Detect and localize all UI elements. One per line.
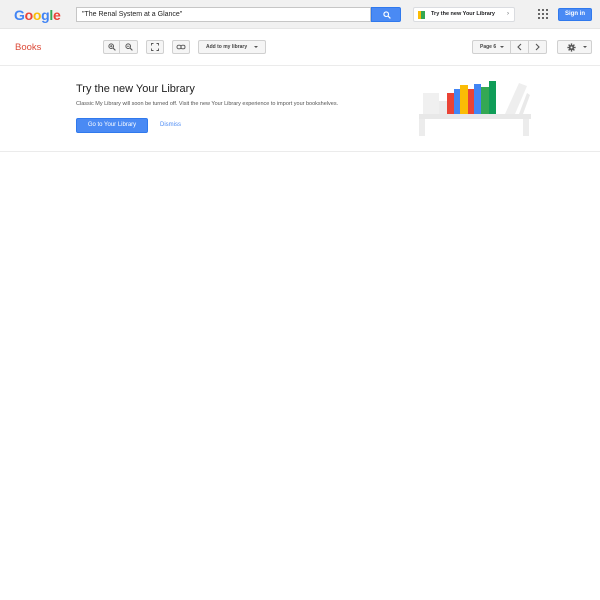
- apps-grid-icon[interactable]: [538, 9, 548, 19]
- logo-letter: e: [52, 7, 61, 23]
- top-header: Google "The Renal System at a Glance" Tr…: [0, 0, 600, 29]
- google-logo[interactable]: Google: [14, 7, 61, 23]
- page-label: Page 6: [480, 44, 497, 50]
- gear-icon: [567, 43, 576, 52]
- zoom-out-button[interactable]: [120, 40, 138, 54]
- next-page-button[interactable]: [529, 40, 547, 54]
- chevron-right-icon: ›: [507, 11, 509, 17]
- chevron-down-icon: [254, 46, 258, 48]
- zoom-in-icon: [107, 43, 116, 51]
- books-section-title[interactable]: Books: [15, 42, 41, 53]
- page-selector[interactable]: Page 6: [472, 40, 511, 54]
- logo-letter: o: [32, 7, 42, 23]
- search-icon: [383, 11, 391, 19]
- add-to-library-label: Add to my library: [206, 44, 248, 50]
- panel-description: Classic My Library will soon be turned o…: [76, 101, 339, 107]
- chevron-down-icon: [500, 46, 504, 48]
- chevron-right-icon: [535, 43, 540, 51]
- dismiss-link[interactable]: Dismiss: [160, 118, 181, 133]
- library-promo-panel: Try the new Your Library Classic My Libr…: [0, 66, 600, 152]
- zoom-in-button[interactable]: [103, 40, 120, 54]
- link-button[interactable]: [172, 40, 190, 54]
- fullscreen-button[interactable]: [146, 40, 164, 54]
- books-toolbar: Books Add to my library Page 6: [0, 29, 600, 66]
- zoom-out-icon: [124, 43, 133, 51]
- search-button[interactable]: [371, 7, 401, 22]
- panel-title: Try the new Your Library: [76, 83, 195, 95]
- settings-button[interactable]: [557, 40, 592, 54]
- promo-label: Try the new Your Library: [431, 11, 495, 17]
- chevron-down-icon: [583, 46, 587, 48]
- fullscreen-icon: [151, 43, 159, 51]
- go-to-library-button[interactable]: Go to Your Library: [76, 118, 148, 133]
- logo-letter: G: [14, 7, 25, 23]
- bookshelf-illustration: [419, 81, 531, 136]
- add-to-library-button[interactable]: Add to my library: [198, 40, 266, 54]
- search-input[interactable]: "The Renal System at a Glance": [76, 7, 371, 22]
- library-book-icon: [418, 11, 425, 19]
- logo-letter: o: [24, 7, 34, 23]
- logo-letter: g: [41, 7, 50, 23]
- link-icon: [176, 44, 186, 50]
- try-new-library-link[interactable]: Try the new Your Library ›: [413, 7, 515, 22]
- chevron-left-icon: [517, 43, 522, 51]
- sign-in-button[interactable]: Sign in: [558, 8, 592, 21]
- previous-page-button[interactable]: [511, 40, 529, 54]
